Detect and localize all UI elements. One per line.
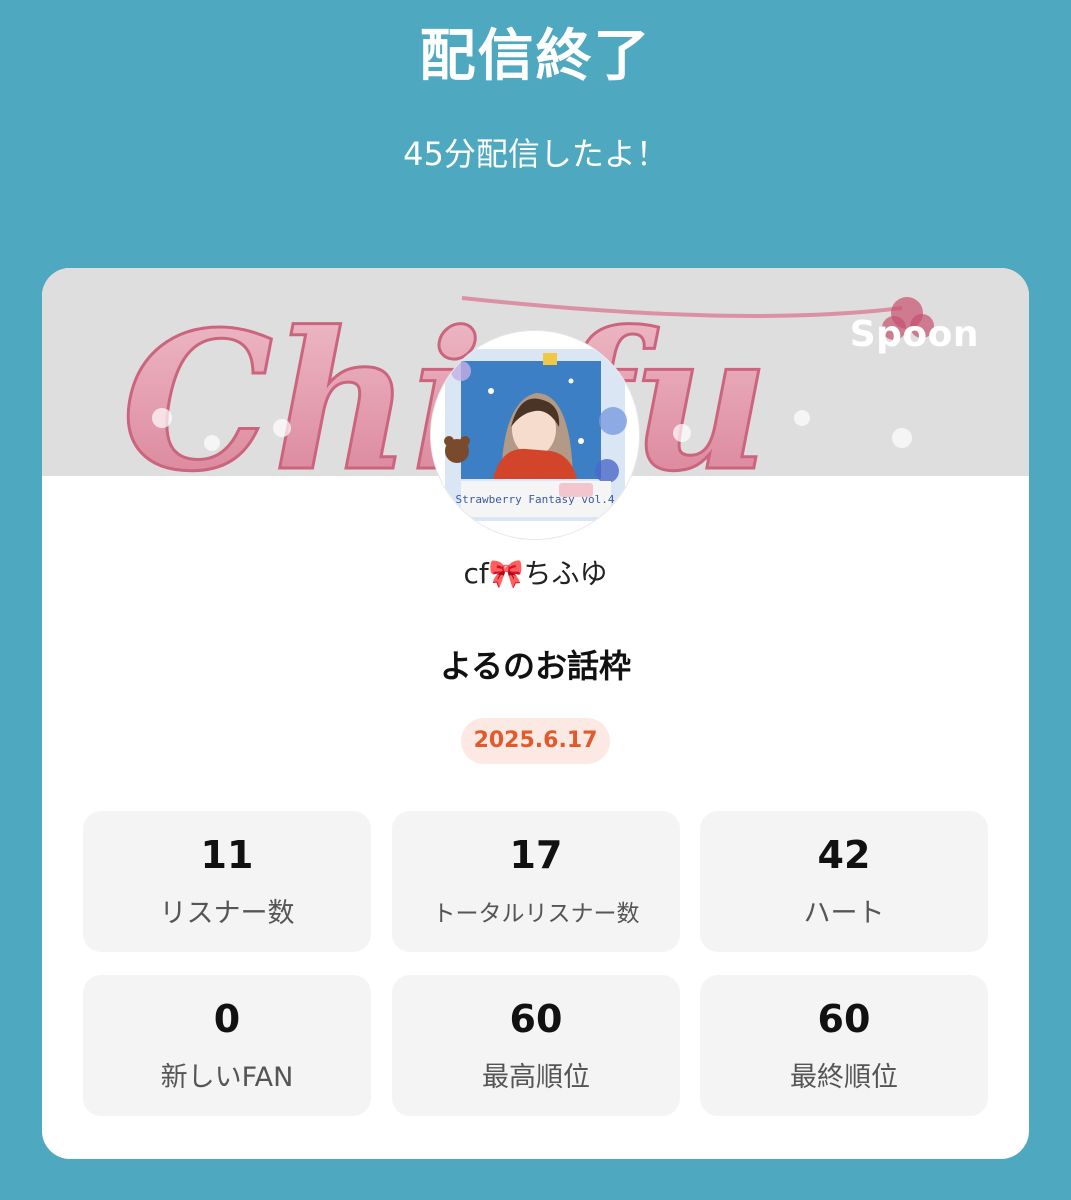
- broadcast-summary-card: Chi fu Spoon Strawberry Fantasy vol.4 cf…: [42, 268, 1029, 1159]
- stat-value: 42: [817, 833, 871, 877]
- stat-total-listeners: 17 トータルリスナー数: [392, 811, 680, 952]
- stat-label: 最終順位: [790, 1062, 898, 1093]
- broadcast-duration: 45分配信したよ！: [403, 135, 668, 173]
- stat-hearts: 42 ハート: [700, 811, 988, 952]
- stat-label: リスナー数: [159, 898, 295, 929]
- spoon-logo: Spoon: [849, 314, 979, 355]
- stat-label: ハート: [803, 898, 885, 929]
- avatar[interactable]: Strawberry Fantasy vol.4: [431, 331, 639, 539]
- stat-label: トータルリスナー数: [432, 901, 640, 927]
- stat-value: 11: [200, 833, 254, 877]
- stat-label: 新しいFAN: [160, 1062, 294, 1093]
- stat-value: 0: [213, 997, 241, 1041]
- date-badge: 2025.6.17: [461, 718, 610, 764]
- broadcast-title: よるのお話枠: [439, 647, 632, 685]
- stat-label: 最高順位: [482, 1062, 590, 1093]
- page-title: 配信終了: [419, 24, 652, 89]
- stat-highest-rank: 60 最高順位: [392, 975, 680, 1116]
- stat-new-fans: 0 新しいFAN: [83, 975, 371, 1116]
- username: cf🎀ちふゆ: [463, 557, 608, 590]
- stat-value: 60: [509, 997, 563, 1041]
- stat-final-rank: 60 最終順位: [700, 975, 988, 1116]
- stat-value: 60: [817, 997, 871, 1041]
- stat-listeners: 11 リスナー数: [83, 811, 371, 952]
- stat-value: 17: [509, 833, 563, 877]
- avatar-image: Strawberry Fantasy vol.4: [431, 331, 639, 539]
